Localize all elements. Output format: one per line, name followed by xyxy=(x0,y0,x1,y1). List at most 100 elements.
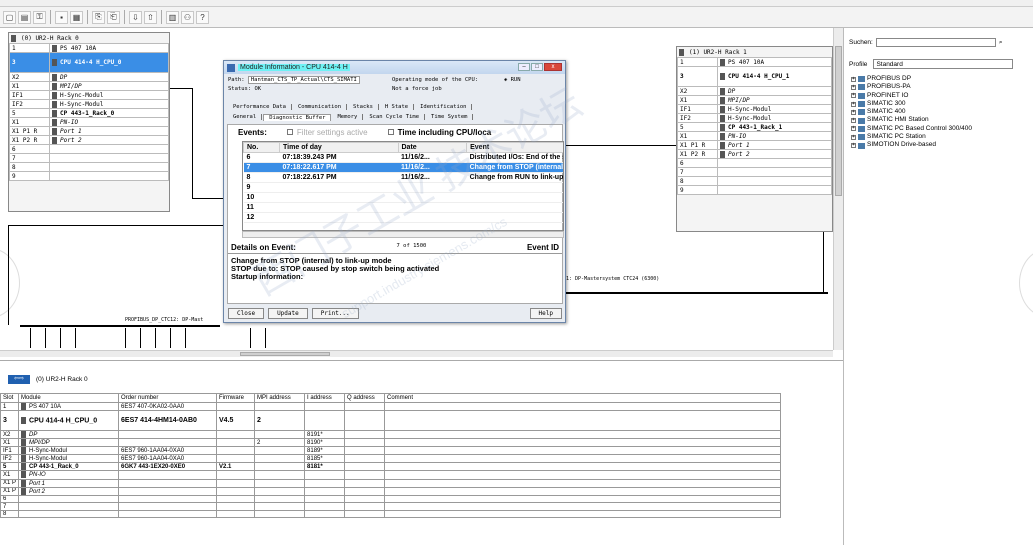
rack-row[interactable]: 3 CPU 414-4 H_CPU_0 xyxy=(9,52,169,73)
catalog-tree-item[interactable]: + SIMATIC 400 xyxy=(851,108,972,116)
rack-row[interactable]: X1 MPI/DP xyxy=(9,81,169,91)
rack-row[interactable]: IF1 H-Sync-Modul xyxy=(677,104,832,114)
catalog-tree-item[interactable]: + PROFIBUS-PA xyxy=(851,83,972,91)
print-button[interactable]: Print... xyxy=(311,308,359,319)
rack-row[interactable]: 8 xyxy=(9,162,169,172)
module-table-row[interactable]: IF2 H-Sync-Modul 6ES7 960-1AA04-0XA0 8185* xyxy=(0,454,782,464)
rack-0[interactable]: (0) UR2-H Rack 0 1 PS 407 10A 3 CPU 414-4 H… xyxy=(8,32,170,212)
tab-h-state[interactable]: H State xyxy=(380,104,415,110)
rack-row[interactable]: 7 xyxy=(9,153,169,163)
rack-row[interactable]: 7 xyxy=(677,167,832,177)
download-icon[interactable]: ⇩ xyxy=(129,10,142,24)
paste-icon[interactable]: ⎗ xyxy=(107,10,120,24)
event-row[interactable]: 11 xyxy=(243,202,563,213)
events-column-header[interactable]: Date xyxy=(397,142,468,153)
column-header[interactable]: Firmware xyxy=(216,393,256,403)
expand-icon[interactable]: + xyxy=(851,118,856,124)
event-row[interactable]: 12 xyxy=(243,212,563,223)
rack-row[interactable]: 6 xyxy=(677,158,832,168)
catalog-tree-item[interactable]: + PROFIBUS DP xyxy=(851,75,972,83)
module-table-row[interactable]: 5 CP 443-1_Rack_0 6GK7 443-1EX20-0XE0 V2.1 8… xyxy=(0,462,782,472)
vertical-scrollbar[interactable] xyxy=(833,28,843,350)
module-table-row[interactable]: 7 xyxy=(0,502,782,511)
column-header[interactable]: Q address xyxy=(344,393,386,403)
rack-row[interactable]: 5 CP 443-1_Rack_0 xyxy=(9,108,169,118)
rack-row[interactable]: X1 PN-IO xyxy=(9,117,169,127)
update-button[interactable]: Update xyxy=(268,308,308,319)
catalog-tree-item[interactable]: + SIMATIC PC Station xyxy=(851,133,972,141)
module-table-row[interactable]: IF1 H-Sync-Modul 6ES7 960-1AA04-0XA0 8189* xyxy=(0,446,782,456)
module-table-row[interactable]: 8 xyxy=(0,509,782,519)
column-header[interactable]: MPI address xyxy=(254,393,306,403)
rack-row[interactable]: X1 P2 R Port 2 xyxy=(9,135,169,145)
catalog-icon[interactable]: ▥ xyxy=(166,10,179,24)
catalog-tree-item[interactable]: + SIMATIC PC Based Control 300/400 xyxy=(851,125,972,133)
module-table-row[interactable]: X2 DP 8191* xyxy=(0,430,782,440)
print-icon[interactable]: ▦ xyxy=(70,10,83,24)
event-row[interactable]: 6 07:18:39.243 PM 11/16/2... Distributed I/… xyxy=(243,152,563,163)
rack-row[interactable]: 5 CP 443-1_Rack_1 xyxy=(677,122,832,132)
tab-identification[interactable]: Identification xyxy=(415,104,473,110)
time-checkbox[interactable]: Time including CPU/loca xyxy=(387,128,491,137)
expand-icon[interactable]: + xyxy=(851,134,856,140)
event-row[interactable]: 7 07:18:22.617 PM 11/16/2... Change from ST… xyxy=(243,162,563,173)
module-table-row[interactable]: X1 MPI/DP 2 8190* xyxy=(0,438,782,448)
network-icon[interactable]: ⚿ xyxy=(33,10,46,24)
column-header[interactable]: Order number xyxy=(118,393,218,403)
tab-memory[interactable]: Memory xyxy=(332,114,364,120)
tab-stacks[interactable]: Stacks xyxy=(348,104,379,110)
rack-row[interactable]: 1 PS 407 10A xyxy=(9,43,169,53)
rack-row[interactable]: IF2 H-Sync-Modul xyxy=(9,99,169,109)
catalog-tree-item[interactable]: + SIMATIC HMI Station xyxy=(851,116,972,124)
tab-diagnostic-buffer[interactable]: Diagnostic Buffer xyxy=(263,113,332,121)
expand-icon[interactable]: + xyxy=(851,126,856,132)
events-column-header[interactable]: Event xyxy=(466,142,563,153)
close-icon[interactable]: x xyxy=(544,63,562,71)
minimize-button[interactable]: – xyxy=(518,63,530,71)
column-header[interactable]: I address xyxy=(304,393,346,403)
events-column-header[interactable]: No. xyxy=(243,142,281,153)
rack-row[interactable]: 9 xyxy=(677,185,832,195)
rack-row[interactable]: X1 P1 R Port 1 xyxy=(677,140,832,150)
save-icon[interactable]: ▪ xyxy=(55,10,68,24)
module-table-row[interactable]: X1 P Port 1 xyxy=(0,478,782,488)
rack-row[interactable]: X1 PN-IO xyxy=(677,131,832,141)
catalog-tree-item[interactable]: + PROFINET IO xyxy=(851,92,972,100)
tab-general[interactable]: General xyxy=(228,114,263,120)
column-header[interactable]: Module xyxy=(18,393,120,403)
rack-row[interactable]: 9 xyxy=(9,171,169,181)
rack-row[interactable]: X2 DP xyxy=(9,72,169,82)
tab-scan-cycle-time[interactable]: Scan Cycle Time xyxy=(364,114,426,120)
scrollbar-thumb[interactable] xyxy=(835,46,842,196)
rack-row[interactable]: 1 PS 407 10A xyxy=(677,57,832,67)
column-header[interactable]: Comment xyxy=(384,393,782,403)
rack-row[interactable]: X1 P2 R Port 2 xyxy=(677,149,832,159)
rack-row[interactable]: X1 P1 R Port 1 xyxy=(9,126,169,136)
close-button[interactable]: Close xyxy=(228,308,265,319)
search-input[interactable] xyxy=(875,38,996,47)
copy-icon[interactable]: ⎘ xyxy=(92,10,105,24)
dialog-titlebar[interactable]: Module Information - CPU 414-4 H – □ x xyxy=(224,61,565,74)
tab-communication[interactable]: Communication xyxy=(293,104,348,110)
module-table-row[interactable]: 1 PS 407 10A 6ES7 407-0KA02-0AA0 xyxy=(0,401,782,412)
expand-icon[interactable]: + xyxy=(851,101,856,107)
rack-row[interactable]: 6 xyxy=(9,144,169,154)
event-row[interactable]: 10 xyxy=(243,192,563,203)
search-icon[interactable]: ⌕ xyxy=(999,39,1003,47)
filter-checkbox[interactable]: Filter settings active xyxy=(286,128,368,137)
expand-icon[interactable]: + xyxy=(851,84,856,90)
back-forward-icon[interactable]: ⇦⇨ xyxy=(8,374,30,384)
catalog-tree-item[interactable]: + SIMOTION Drive-based xyxy=(851,141,972,149)
rack-row[interactable]: X1 MPI/DP xyxy=(677,95,832,105)
event-row[interactable]: 9 xyxy=(243,182,563,193)
expand-icon[interactable]: + xyxy=(851,93,856,99)
module-information-dialog[interactable]: Module Information - CPU 414-4 H – □ x P… xyxy=(223,60,566,323)
events-column-header[interactable]: Time of day xyxy=(279,142,399,153)
catalog-tree-item[interactable]: + SIMATIC 300 xyxy=(851,100,972,108)
rack-row[interactable]: IF2 H-Sync-Modul xyxy=(677,113,832,123)
events-scrollbar[interactable] xyxy=(242,231,564,238)
expand-icon[interactable]: + xyxy=(851,109,856,115)
rack-row[interactable]: IF1 H-Sync-Modul xyxy=(9,90,169,100)
tab-performance-data[interactable]: Performance Data xyxy=(228,104,292,110)
expand-icon[interactable]: + xyxy=(851,76,856,82)
